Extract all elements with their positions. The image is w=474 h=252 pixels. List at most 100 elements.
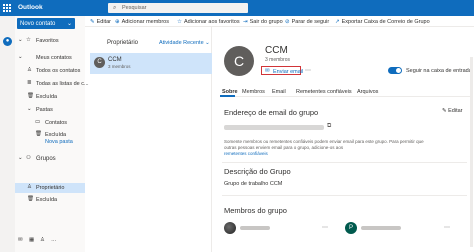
nav-owner-label: Proprietário	[36, 185, 65, 191]
sort-label: Atividade Recente	[159, 40, 204, 46]
trusted-senders-link[interactable]: remetentes confiáveis	[224, 151, 268, 156]
mail-icon[interactable]: ✉	[18, 237, 23, 243]
stop-following-button[interactable]: ⊘ Parar de seguir	[285, 19, 329, 25]
nav-all-contacts-label: Todos os contatos	[36, 68, 81, 74]
copy-icon[interactable]: ⧉	[327, 123, 331, 130]
list-icon: ≣	[27, 80, 32, 86]
list-item-members: 3 membros	[108, 64, 131, 69]
group-email-address	[224, 125, 324, 130]
chevron-down-icon: ⌄	[18, 54, 23, 60]
send-email-button[interactable]: ✉ Enviar email	[261, 66, 304, 75]
nav-folders[interactable]: ⌄ Pastas	[15, 105, 85, 115]
nav-favorites-label: Favoritos	[36, 38, 59, 44]
send-email-label: Enviar email	[273, 68, 304, 75]
member-name	[240, 226, 270, 230]
nav-contacts[interactable]: ▭ Contatos	[15, 118, 85, 128]
chevron-down-icon[interactable]: ⌄	[67, 20, 72, 27]
tab-trusted-senders[interactable]: Remetentes confiáveis	[296, 89, 352, 95]
group-member-count[interactable]: 3 membros	[265, 57, 290, 63]
description-title: Descrição do Grupo	[224, 167, 291, 176]
chevron-down-icon: ⌄	[27, 106, 32, 112]
app-title[interactable]: Outlook	[18, 4, 43, 11]
leave-group-label: Sair do grupo	[249, 18, 283, 25]
stop-following-label: Parar de seguir	[291, 18, 330, 25]
email-section-title: Endereço de email do grupo	[224, 108, 319, 117]
add-favorites-label: Adicionar aos favoritos	[183, 18, 240, 25]
tab-email[interactable]: Email	[272, 89, 286, 95]
add-members-button[interactable]: ⊕ Adicionar membros	[115, 19, 169, 25]
member-avatar[interactable]: P	[345, 222, 357, 234]
add-favorites-button[interactable]: ☆ Adicionar aos favoritos	[177, 19, 240, 25]
search-box[interactable]: ⌕ Pesquisar	[108, 3, 248, 13]
nav-deleted-label: Excluída	[36, 94, 58, 100]
trash-icon: 🗑	[27, 196, 34, 202]
member-name	[361, 226, 401, 230]
edit-label: Editar	[96, 18, 111, 25]
more-options-icon[interactable]: ⋯	[322, 224, 328, 231]
nav-folders-label: Pastas	[36, 107, 53, 113]
nav-new-folder[interactable]: Nova pasta	[15, 137, 85, 147]
list-header-owner[interactable]: Proprietário	[107, 40, 138, 46]
tab-files[interactable]: Arquivos	[357, 89, 378, 95]
person-icon: ♙	[27, 67, 32, 73]
nav-contacts-label: Contatos	[45, 120, 68, 126]
edit-link[interactable]: ✎ Editar	[442, 108, 463, 114]
navigation-pane: Novo contato ⌄ ⌄ ☆ Favoritos ⌄ Meus cont…	[15, 16, 89, 252]
follow-inbox-label: Seguir na caixa de entrada	[406, 68, 472, 74]
more-options-icon[interactable]: ⋯	[305, 67, 311, 74]
nav-groups[interactable]: ⌄ ⚇ Grupos	[15, 154, 85, 164]
nav-my-contacts[interactable]: ⌄ Meus contatos	[15, 53, 85, 63]
nav-deleted-3[interactable]: 🗑 Excluída	[15, 195, 85, 205]
edit-button[interactable]: ✎ Editar	[90, 19, 111, 25]
top-bar: Outlook ⌕ Pesquisar	[0, 0, 474, 16]
more-icon[interactable]: …	[51, 237, 57, 243]
divider	[222, 195, 467, 196]
nav-all-contact-lists[interactable]: ≣ Todas as listas de c...	[15, 79, 89, 89]
export-icon: ↗	[335, 18, 340, 25]
people-icon[interactable]: ●	[3, 37, 12, 46]
nav-favorites[interactable]: ⌄ ☆ Favoritos	[15, 36, 85, 46]
email-info-text: Somente membros ou remetentes confiáveis…	[224, 139, 424, 150]
edit-link-label: Editar	[448, 108, 463, 114]
pencil-icon: ✎	[90, 18, 95, 25]
command-bar: ✎ Editar ⊕ Adicionar membros ☆ Adicionar ao…	[85, 16, 474, 27]
follow-inbox-toggle[interactable]	[388, 67, 402, 74]
nav-all-contacts[interactable]: ♙ Todos os contatos	[15, 66, 85, 76]
chevron-down-icon: ⌄	[18, 155, 23, 161]
group-icon: ⚇	[26, 155, 31, 161]
member-avatar[interactable]	[224, 222, 236, 234]
group-detail-pane: C CCM 3 membros ✉ Enviar email ⋯ Seguir …	[212, 27, 474, 252]
people-icon[interactable]: ♙	[40, 237, 45, 243]
chevron-down-icon: ⌄	[205, 40, 210, 46]
search-icon: ⌕	[113, 5, 117, 11]
detail-tabs: Sobre Membros Email Remetentes confiávei…	[220, 88, 470, 97]
export-mailbox-button[interactable]: ↗ Exportar Caixa de Correio de Grupo	[335, 19, 430, 25]
nav-groups-label: Grupos	[36, 156, 56, 162]
person-icon: ♙	[27, 184, 32, 190]
calendar-icon[interactable]: ▦	[29, 237, 34, 243]
app-launcher-icon[interactable]	[3, 4, 11, 12]
list-item[interactable]: C CCM 3 membros	[90, 53, 212, 74]
members-title: Membros do grupo	[224, 206, 287, 215]
chevron-down-icon: ⌄	[18, 37, 23, 43]
nav-owner[interactable]: ♙ Proprietário	[15, 183, 85, 193]
more-options-icon[interactable]: ⋯	[444, 224, 450, 231]
left-rail: ●	[0, 16, 15, 252]
add-members-label: Adicionar membros	[121, 18, 169, 25]
nav-deleted[interactable]: 🗑 Excluída	[15, 92, 85, 102]
nav-deleted-3-label: Excluída	[36, 197, 58, 203]
leave-group-button[interactable]: ⇥ Sair do grupo	[243, 19, 283, 25]
nav-my-contacts-label: Meus contatos	[36, 55, 72, 61]
exit-icon: ⇥	[243, 18, 248, 25]
trash-icon: 🗑	[27, 93, 34, 99]
new-contact-button[interactable]: Novo contato ⌄	[17, 18, 75, 29]
add-person-icon: ⊕	[115, 18, 120, 25]
group-avatar: C	[224, 46, 254, 76]
group-name: CCM	[265, 45, 288, 56]
star-icon: ☆	[26, 37, 31, 43]
tab-members[interactable]: Membros	[242, 89, 265, 95]
scrollbar[interactable]	[470, 57, 473, 247]
star-icon: ☆	[177, 18, 182, 25]
divider	[222, 162, 467, 163]
sort-recent-activity[interactable]: Atividade Recente ⌄	[159, 40, 210, 46]
